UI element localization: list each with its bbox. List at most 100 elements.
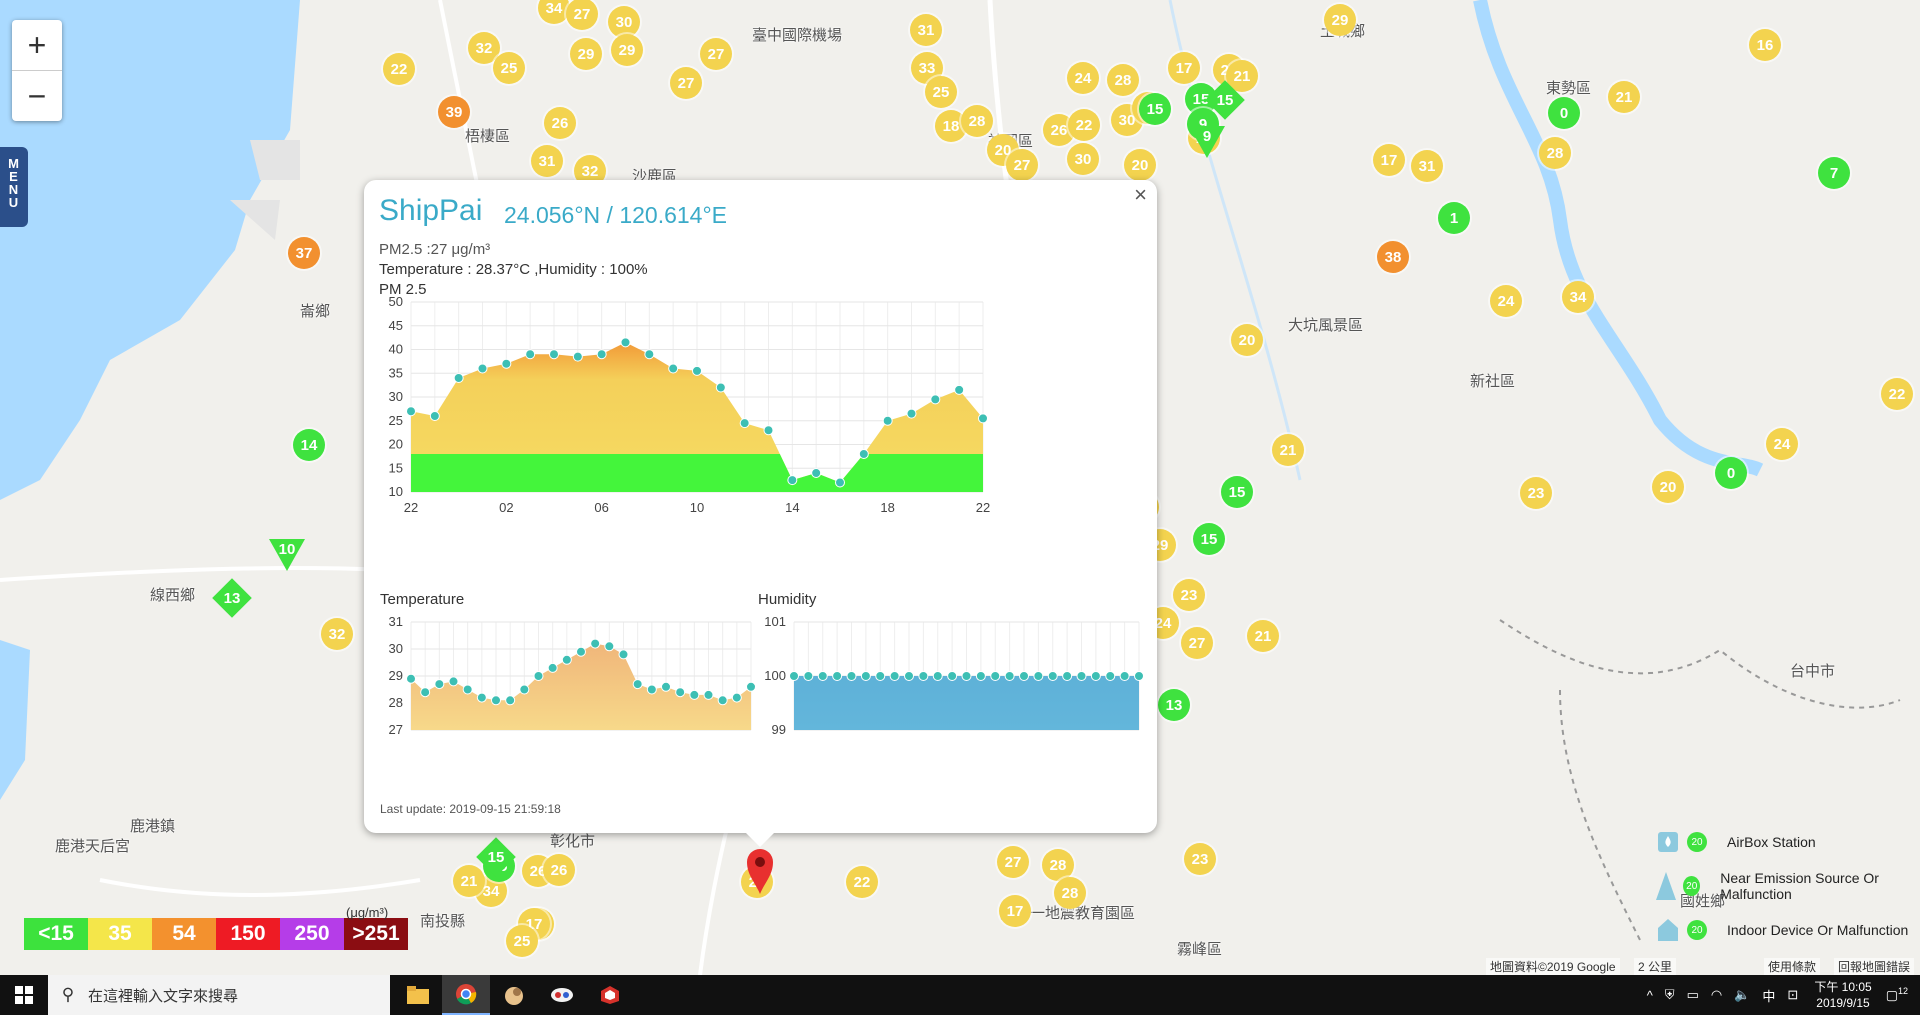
taskbar-search[interactable]: ⚲ 在這裡輸入文字來搜尋	[48, 975, 390, 1015]
station-type-legend: 20 AirBox Station 20 Near Emission Sourc…	[1655, 820, 1920, 952]
sensor-marker-yellow[interactable]: 16	[1749, 29, 1781, 61]
input-mode-icon[interactable]: ⊡	[1787, 987, 1798, 1003]
start-button[interactable]	[0, 975, 48, 1015]
map-label: 彰化市	[550, 833, 596, 850]
sensor-marker-yellow[interactable]: 29	[611, 34, 643, 66]
location-pin-icon[interactable]	[745, 847, 775, 895]
humidity-chart: 99 100 101	[764, 614, 1144, 737]
sensor-marker-yellow[interactable]: 17	[1168, 52, 1200, 84]
sensor-marker-yellow[interactable]: 31	[1411, 150, 1443, 182]
emission-marker[interactable]: 15	[476, 837, 516, 877]
sensor-marker-yellow[interactable]: 27	[1181, 627, 1213, 659]
sensor-marker-yellow[interactable]: 32	[321, 618, 353, 650]
file-explorer-app[interactable]	[394, 975, 442, 1015]
sensor-marker-yellow[interactable]: 27	[997, 846, 1029, 878]
notifications-icon[interactable]: ▢12	[1886, 986, 1908, 1003]
sensor-marker-yellow[interactable]: 28	[1054, 877, 1086, 909]
sensor-marker-yellow[interactable]: 21	[1272, 434, 1304, 466]
sensor-marker-yellow[interactable]: 27	[1006, 149, 1038, 181]
sensor-marker-yellow[interactable]: 27	[700, 38, 732, 70]
ime-indicator[interactable]: 中	[1762, 986, 1775, 1005]
app-icon-1[interactable]	[490, 975, 538, 1015]
sensor-marker-yellow[interactable]: 31	[531, 145, 563, 177]
clock[interactable]: 下午 10:05 2019/9/15	[1814, 979, 1871, 1011]
sensor-marker-yellow[interactable]: 21	[1247, 620, 1279, 652]
sensor-marker-green[interactable]: 1	[1438, 202, 1470, 234]
sensor-marker-yellow[interactable]: 24	[1067, 62, 1099, 94]
sensor-marker-green[interactable]: 15	[1193, 523, 1225, 555]
sensor-marker-yellow[interactable]: 27	[670, 67, 702, 99]
sensor-marker-yellow[interactable]: 26	[544, 107, 576, 139]
sensor-marker-green[interactable]: 0	[1548, 97, 1580, 129]
sensor-marker-yellow[interactable]: 24	[1490, 285, 1522, 317]
zoom-in-button[interactable]: +	[12, 20, 62, 71]
sensor-marker-orange[interactable]: 39	[438, 96, 470, 128]
close-button[interactable]: ×	[1134, 182, 1147, 208]
sensor-marker-green[interactable]: 14	[293, 429, 325, 461]
sensor-marker-yellow[interactable]: 26	[543, 854, 575, 886]
chrome-app[interactable]	[442, 975, 490, 1015]
sensor-marker-green[interactable]: 0	[1715, 457, 1747, 489]
emission-marker[interactable]: 13	[212, 578, 252, 618]
app-icon-2[interactable]	[538, 975, 586, 1015]
data-point	[978, 413, 988, 424]
sensor-marker-yellow[interactable]: 20	[1652, 471, 1684, 503]
sensor-marker-yellow[interactable]: 22	[383, 53, 415, 85]
airbox-badge: 20	[1687, 832, 1707, 852]
sensor-marker-yellow[interactable]: 20	[1124, 149, 1156, 181]
sensor-marker-yellow[interactable]: 24	[1766, 428, 1798, 460]
menu-label: MENU	[8, 156, 20, 210]
sensor-marker-yellow[interactable]: 21	[453, 865, 485, 897]
sensor-marker-yellow[interactable]: 20	[1231, 324, 1263, 356]
map-scale: 2 公里	[1634, 958, 1677, 975]
sensor-marker-green[interactable]: 15	[1221, 476, 1253, 508]
sensor-marker-green[interactable]: 7	[1818, 157, 1850, 189]
sensor-marker-yellow[interactable]: 29	[1324, 4, 1356, 36]
data-point	[763, 425, 774, 436]
sensor-marker-yellow[interactable]: 28	[961, 105, 993, 137]
emission-marker-triangle[interactable]: 9	[1189, 126, 1225, 158]
sensor-marker-yellow[interactable]: 34	[1562, 281, 1594, 313]
menu-tab[interactable]: MENU	[0, 147, 28, 227]
sensor-marker-yellow[interactable]: 25	[493, 52, 525, 84]
sensor-marker-orange[interactable]: 37	[288, 237, 320, 269]
sensor-marker-yellow[interactable]: 23	[1173, 579, 1205, 611]
sensor-marker-yellow[interactable]: 25	[506, 925, 538, 957]
sensor-marker-yellow[interactable]: 23	[1520, 477, 1552, 509]
sensor-marker-orange[interactable]: 38	[1377, 241, 1409, 273]
sensor-marker-yellow[interactable]: 21	[1608, 81, 1640, 113]
sensor-marker-yellow[interactable]: 17	[1373, 144, 1405, 176]
data-point	[961, 671, 972, 681]
terms-link[interactable]: 使用條款	[1764, 958, 1821, 975]
sensor-marker-green[interactable]: 13	[1158, 689, 1190, 721]
data-point	[476, 692, 487, 703]
sensor-marker-yellow[interactable]: 22	[1068, 109, 1100, 141]
app-icon-3[interactable]	[586, 975, 634, 1015]
battery-icon[interactable]: ▭	[1687, 987, 1699, 1003]
sensor-marker-yellow[interactable]: 30	[1067, 143, 1099, 175]
zoom-out-button[interactable]: −	[12, 71, 62, 121]
sensor-marker-yellow[interactable]: 22	[1881, 378, 1913, 410]
security-icon[interactable]: ⛨	[1665, 987, 1675, 1003]
wifi-icon[interactable]: ◠	[1711, 987, 1722, 1003]
sensor-marker-green[interactable]: 15	[1139, 93, 1171, 125]
sensor-marker-yellow[interactable]: 25	[925, 76, 957, 108]
station-readings: PM2.5 :27 μg/m³ Temperature : 28.37°C ,H…	[379, 240, 648, 300]
sensor-marker-yellow[interactable]: 29	[570, 38, 602, 70]
data-point	[860, 671, 871, 681]
sensor-marker-yellow[interactable]: 22	[846, 866, 878, 898]
sensor-marker-yellow[interactable]: 28	[1539, 137, 1571, 169]
emission-marker[interactable]: 15	[1205, 80, 1245, 120]
emission-marker-triangle[interactable]: 10	[269, 539, 305, 571]
sensor-marker-yellow[interactable]: 23	[1184, 843, 1216, 875]
volume-icon[interactable]: 🔈	[1734, 987, 1750, 1003]
y-tick-label: 27	[389, 722, 403, 737]
data-point	[789, 671, 799, 681]
sensor-marker-yellow[interactable]: 31	[910, 14, 942, 46]
data-point	[604, 641, 615, 652]
report-error-link[interactable]: 回報地圖錯誤	[1834, 958, 1915, 975]
sensor-marker-yellow[interactable]: 28	[1107, 64, 1139, 96]
tray-overflow-icon[interactable]: ^	[1647, 988, 1653, 1003]
sensor-marker-yellow[interactable]: 17	[999, 895, 1031, 927]
pm25-reading: PM2.5 :27 μg/m³	[379, 241, 491, 258]
